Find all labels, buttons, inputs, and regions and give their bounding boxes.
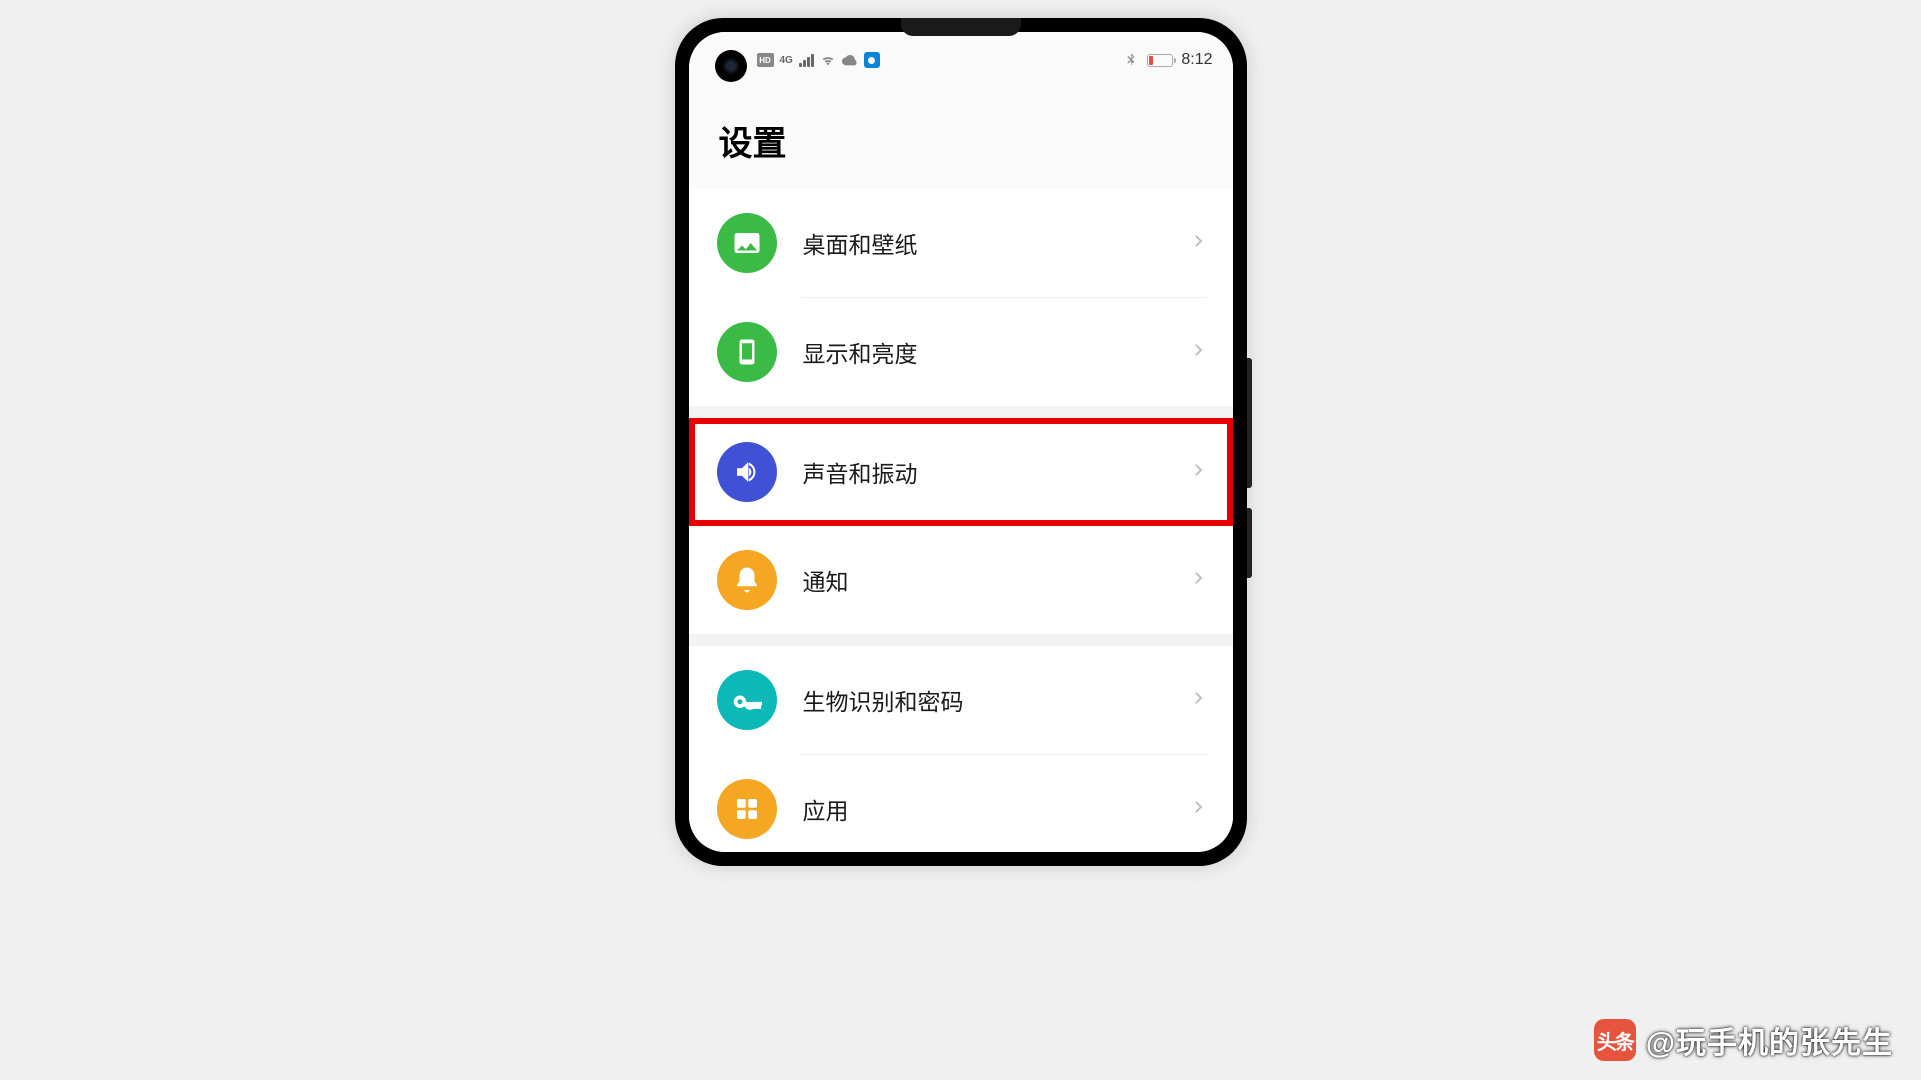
row-label: 显示和亮度	[803, 335, 1189, 369]
settings-row-wallpaper[interactable]: 桌面和壁纸	[689, 189, 1233, 297]
row-label: 通知	[803, 563, 1189, 597]
chevron-right-icon	[1189, 341, 1207, 364]
power-button	[1247, 508, 1252, 578]
phone-screen: HD 4G 8:12 设置	[689, 32, 1233, 852]
speaker-icon	[717, 442, 777, 502]
battery-icon	[1147, 54, 1173, 67]
status-right: 8:12	[1123, 51, 1212, 69]
clock-time: 8:12	[1181, 51, 1212, 69]
chevron-right-icon	[1189, 569, 1207, 592]
settings-row-sound[interactable]: 声音和振动	[689, 418, 1233, 526]
row-label: 生物识别和密码	[803, 683, 1189, 717]
volume-button	[1247, 358, 1252, 488]
camera-hole	[715, 50, 747, 82]
image-icon	[717, 213, 777, 273]
page-title: 设置	[689, 88, 1233, 189]
status-left: HD 4G	[757, 52, 880, 68]
phone-icon	[717, 322, 777, 382]
network-label: 4G	[780, 55, 793, 66]
status-bar: HD 4G 8:12	[689, 32, 1233, 88]
cloud-icon	[842, 54, 858, 66]
group-divider	[689, 406, 1233, 418]
row-label: 应用	[803, 792, 1189, 826]
signal-icon	[799, 53, 814, 67]
apps-icon	[717, 779, 777, 839]
watermark: 头条 @玩手机的张先生	[1594, 1018, 1893, 1062]
settings-row-apps[interactable]: 应用	[689, 755, 1233, 852]
group-divider	[689, 634, 1233, 646]
watermark-text: @玩手机的张先生	[1646, 1018, 1893, 1062]
settings-row-display[interactable]: 显示和亮度	[689, 298, 1233, 406]
chevron-right-icon	[1189, 461, 1207, 484]
chevron-right-icon	[1189, 798, 1207, 821]
settings-row-biometrics[interactable]: 生物识别和密码	[689, 646, 1233, 754]
chevron-right-icon	[1189, 689, 1207, 712]
key-icon	[717, 670, 777, 730]
settings-list: 桌面和壁纸 显示和亮度	[689, 189, 1233, 852]
wifi-icon	[820, 52, 836, 68]
row-label: 声音和振动	[803, 455, 1189, 489]
bell-icon	[717, 550, 777, 610]
row-label: 桌面和壁纸	[803, 226, 1189, 260]
phone-frame: HD 4G 8:12 设置	[675, 18, 1247, 866]
hd-badge: HD	[757, 53, 774, 67]
phone-notch	[901, 18, 1021, 36]
app-indicator-icon	[864, 52, 880, 68]
bluetooth-icon	[1123, 52, 1139, 68]
chevron-right-icon	[1189, 232, 1207, 255]
settings-row-notifications[interactable]: 通知	[689, 526, 1233, 634]
toutiao-logo: 头条	[1594, 1019, 1636, 1061]
